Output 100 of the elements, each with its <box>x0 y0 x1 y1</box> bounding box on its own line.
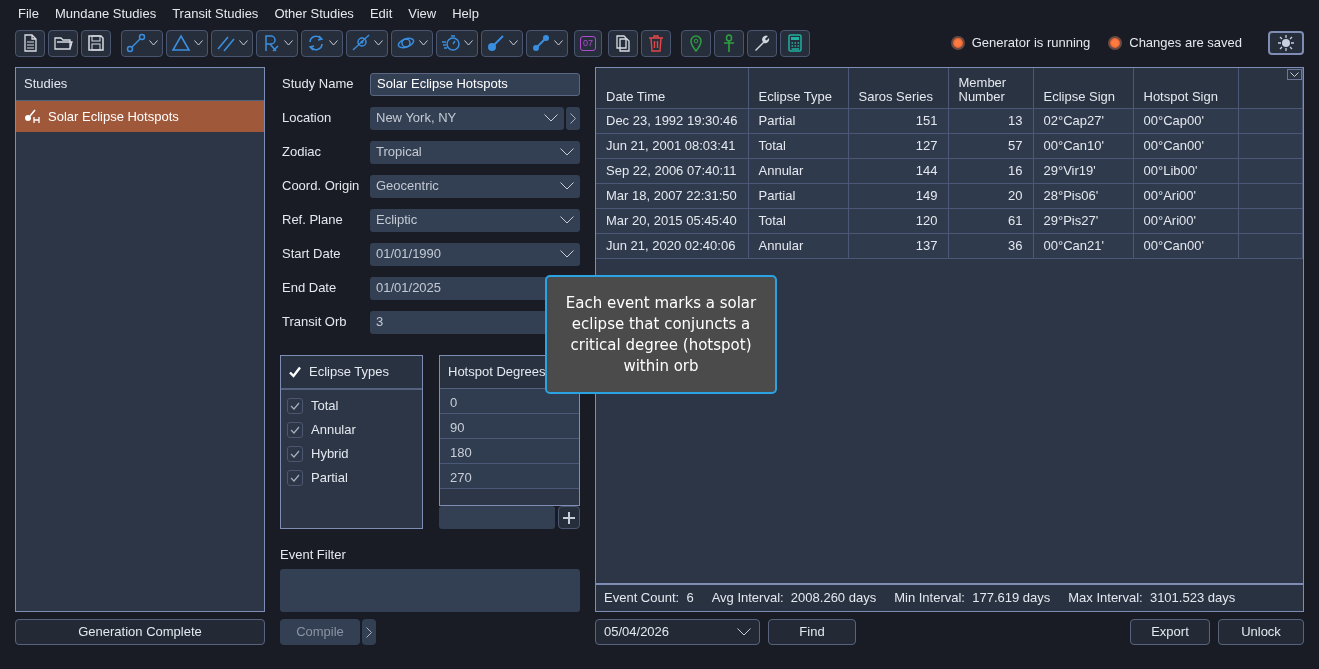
tool-dropdown-button[interactable] <box>526 29 568 57</box>
column-header[interactable]: Hotspot Sign <box>1133 68 1238 108</box>
cycle-icon <box>306 33 326 53</box>
stat-text: Max Interval: 3101.523 days <box>1068 589 1236 608</box>
field-value: Tropical <box>376 143 422 162</box>
location-button[interactable] <box>681 29 711 57</box>
degree-value: 90 <box>450 419 465 435</box>
table-cell: 36 <box>948 233 1033 258</box>
status-label: Generator is running <box>971 34 1091 53</box>
check-icon <box>290 401 300 410</box>
event-filter-field[interactable] <box>280 568 580 612</box>
field-label: Location <box>281 109 333 128</box>
table-cell: Mar 18, 2007 22:31:50 <box>596 183 748 208</box>
add-button[interactable] <box>558 506 580 529</box>
text-field[interactable]: Solar Eclipse Hotspots <box>370 72 580 96</box>
menu-item[interactable]: Other Studies <box>266 0 362 30</box>
table-cell: 127 <box>848 133 948 158</box>
stat-text: Event Count: 6 <box>604 589 694 608</box>
group-title: Eclipse Types <box>309 363 389 381</box>
tool-dropdown-button[interactable] <box>166 29 208 57</box>
menu-item[interactable]: Transit Studies <box>164 0 267 30</box>
field-value: New York, NY <box>376 109 457 128</box>
checkbox[interactable] <box>287 397 303 414</box>
unlock-button[interactable]: Unlock <box>1218 619 1304 645</box>
table-cell: 57 <box>948 133 1033 158</box>
find-button[interactable]: Find <box>768 619 856 645</box>
field-value: 3 <box>376 313 384 332</box>
menu-item[interactable]: File <box>10 0 47 30</box>
select-field[interactable]: Ecliptic <box>370 208 580 232</box>
menu-item[interactable]: Mundane Studies <box>46 0 165 30</box>
checkbox[interactable] <box>287 445 303 462</box>
caret-icon <box>464 40 473 46</box>
calendar-icon: 07 <box>580 35 596 51</box>
table-cell: 00°Can21' <box>1033 233 1133 258</box>
tool-dropdown-button[interactable] <box>391 29 433 57</box>
status-label: Changes are saved <box>1129 34 1242 53</box>
table-cell: 00°Ari00' <box>1133 208 1238 233</box>
new-file-button[interactable] <box>15 29 45 57</box>
date-select[interactable]: 05/04/2026 <box>595 619 760 645</box>
table-cell: 00°Can00' <box>1133 233 1238 258</box>
calculator-button[interactable] <box>780 29 810 57</box>
checkbox[interactable] <box>287 421 303 438</box>
chevron-down-icon <box>544 114 558 122</box>
tool-dropdown-button[interactable] <box>301 29 343 57</box>
field-label: Study Name <box>281 75 355 94</box>
tool-dropdown-button[interactable] <box>481 29 523 57</box>
table-cell: Partial <box>748 108 848 133</box>
settings-button[interactable] <box>747 29 777 57</box>
menu-item[interactable]: Help <box>444 0 487 30</box>
study-item[interactable]: Solar Eclipse Hotspots <box>16 100 264 132</box>
menu-item[interactable]: View <box>400 0 445 30</box>
column-header[interactable]: Eclipse Type <box>748 68 848 108</box>
table-cell: Total <box>748 208 848 233</box>
triangle-icon <box>171 33 191 53</box>
tool-dropdown-button[interactable] <box>211 29 253 57</box>
theme-toggle-button[interactable] <box>1268 31 1304 55</box>
table-cell: 00°Ari00' <box>1133 183 1238 208</box>
table-cell: Partial <box>748 183 848 208</box>
stat-text: Min Interval: 177.619 days <box>894 589 1051 608</box>
field-label: Start Date <box>281 245 342 264</box>
tool-dropdown-button[interactable] <box>346 29 388 57</box>
status-button[interactable]: Generation Complete <box>15 619 265 645</box>
calculator-icon <box>785 33 805 53</box>
table-cell: Annular <box>748 233 848 258</box>
column-header[interactable]: Date Time <box>596 68 748 108</box>
location-select[interactable]: New York, NY <box>370 106 564 130</box>
group-title: Hotspot Degrees <box>448 363 546 381</box>
select-field[interactable]: Geocentric <box>370 174 580 198</box>
expand-button[interactable] <box>362 619 376 645</box>
field-value: 01/01/1990 <box>376 245 442 264</box>
next-button[interactable] <box>566 106 580 130</box>
tool-dropdown-button[interactable] <box>121 29 163 57</box>
table-cell: 137 <box>848 233 948 258</box>
table-cell: 144 <box>848 158 948 183</box>
field-value: Ecliptic <box>376 211 418 230</box>
export-button[interactable]: Export <box>1130 619 1210 645</box>
compile-button[interactable]: Compile <box>280 619 360 645</box>
table-cell: Mar 20, 2015 05:45:40 <box>596 208 748 233</box>
menu-item[interactable]: Edit <box>361 0 401 30</box>
tool-dropdown-button[interactable] <box>256 29 298 57</box>
delete-button[interactable] <box>641 29 671 57</box>
table-cell: 28°Pis06' <box>1033 183 1133 208</box>
open-button[interactable] <box>48 29 78 57</box>
chevron-down-icon <box>737 628 751 636</box>
column-header[interactable]: Eclipse Sign <box>1033 68 1133 108</box>
stat-text: Avg Interval: 2008.260 days <box>711 589 877 608</box>
ankh-button[interactable] <box>714 29 744 57</box>
checkbox[interactable] <box>287 469 303 486</box>
tool-dropdown-button[interactable] <box>436 29 478 57</box>
copy-button[interactable] <box>608 29 638 57</box>
select-field[interactable]: 01/01/1990 <box>370 242 580 266</box>
column-header[interactable]: Saros Series <box>848 68 948 108</box>
check-icon <box>290 425 300 434</box>
target-line-icon <box>351 33 371 53</box>
select-field[interactable]: Tropical <box>370 140 580 164</box>
column-header[interactable]: Member Number <box>948 68 1033 108</box>
column-menu-button[interactable] <box>1287 69 1302 80</box>
save-button[interactable] <box>81 29 111 57</box>
degree-input-field[interactable] <box>439 506 555 529</box>
study-label: Solar Eclipse Hotspots <box>48 107 179 126</box>
